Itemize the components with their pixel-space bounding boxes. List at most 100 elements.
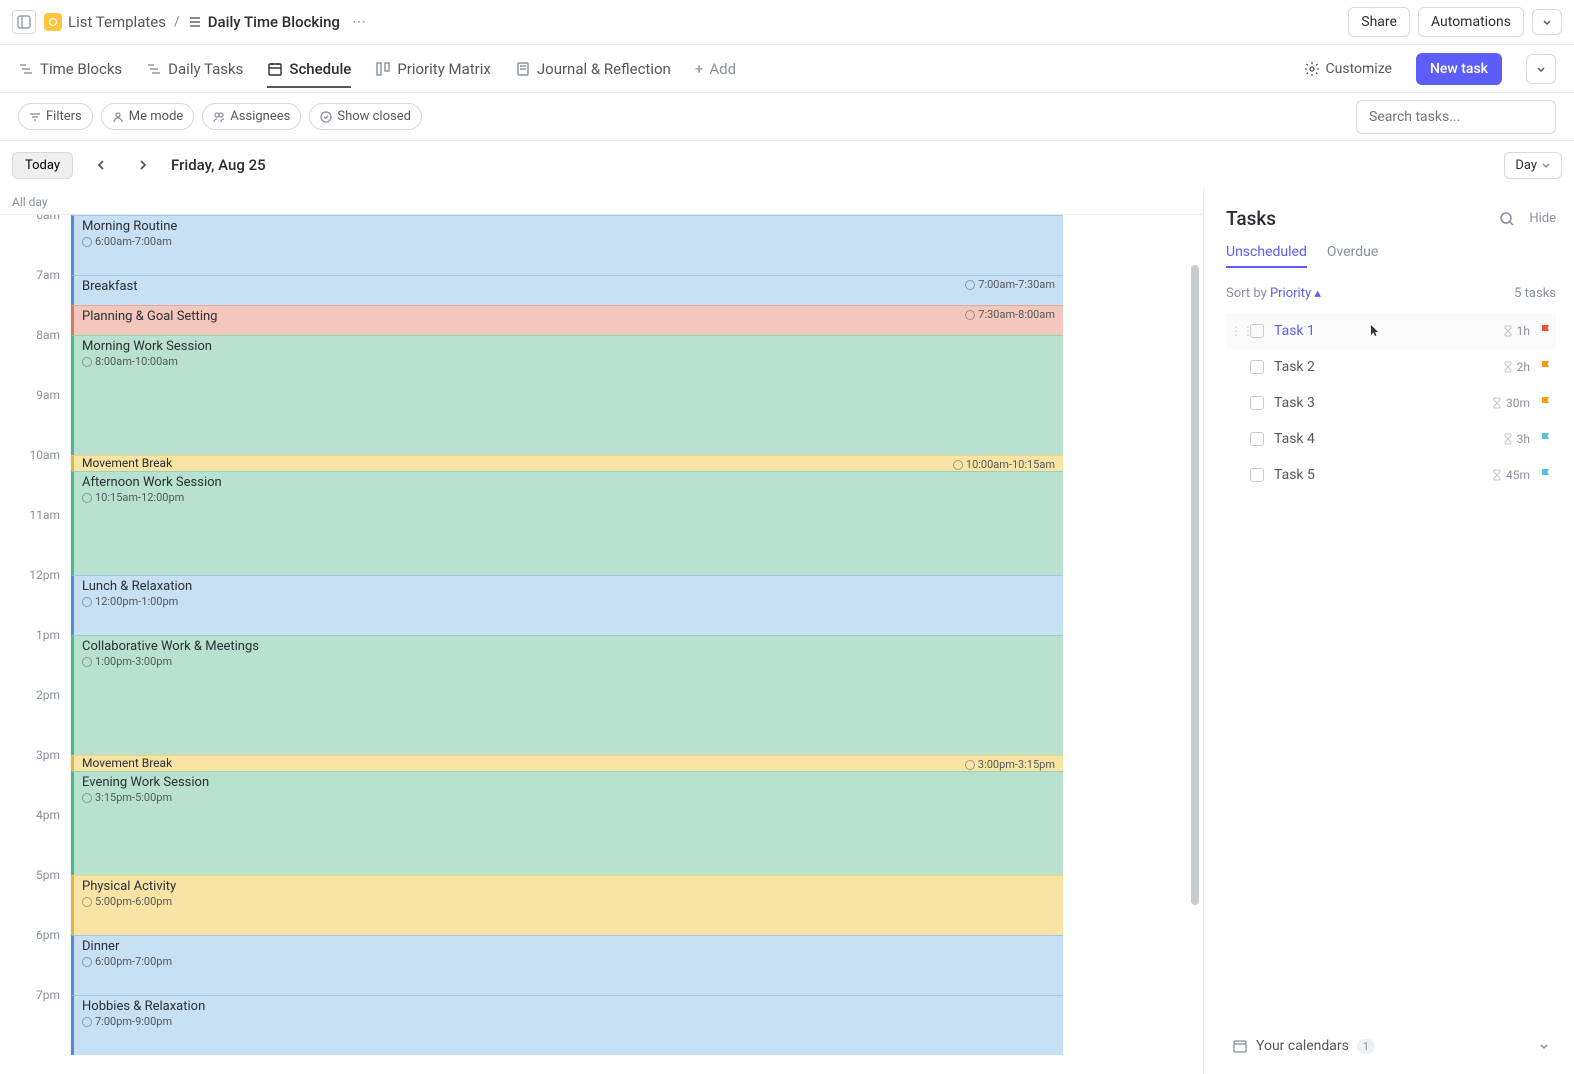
breadcrumb-separator: / <box>174 14 180 30</box>
tab-priority-matrix[interactable]: Priority Matrix <box>375 50 491 88</box>
tab-journal[interactable]: Journal & Reflection <box>515 50 671 88</box>
tab-label: Time Blocks <box>40 60 122 78</box>
search-icon[interactable] <box>1499 211 1515 227</box>
more-menu-button[interactable]: ⋯ <box>348 10 370 34</box>
event-title: Dinner <box>82 939 1055 954</box>
task-item[interactable]: ⋮⋮Task 43h <box>1226 421 1556 457</box>
task-name: Task 2 <box>1274 359 1493 375</box>
tab-time-blocks[interactable]: Time Blocks <box>18 50 122 88</box>
breadcrumb-parent-label: List Templates <box>68 13 166 31</box>
hourglass-icon <box>1503 361 1513 373</box>
task-item[interactable]: ⋮⋮Task 11h <box>1226 313 1556 349</box>
chevron-left-icon <box>95 159 107 171</box>
tab-overdue[interactable]: Overdue <box>1327 244 1378 268</box>
task-item[interactable]: ⋮⋮Task 545m <box>1226 457 1556 493</box>
time-label: 7am <box>36 268 60 282</box>
hourglass-icon <box>1503 325 1513 337</box>
event-title: Morning Routine <box>82 219 1055 234</box>
your-calendars-toggle[interactable]: Your calendars 1 <box>1226 1024 1556 1074</box>
prev-day-button[interactable] <box>87 155 115 175</box>
breadcrumb-current[interactable]: Daily Time Blocking <box>188 13 340 31</box>
current-date: Friday, Aug 25 <box>171 156 266 174</box>
task-checkbox[interactable] <box>1250 432 1264 446</box>
tab-unscheduled[interactable]: Unscheduled <box>1226 244 1307 268</box>
task-checkbox[interactable] <box>1250 468 1264 482</box>
calendar-event[interactable]: Breakfast7:00am-7:30am <box>71 275 1063 305</box>
task-item[interactable]: ⋮⋮Task 330m <box>1226 385 1556 421</box>
sort-button[interactable]: Priority ▴ <box>1270 286 1321 301</box>
clock-icon <box>82 357 92 367</box>
breadcrumb-parent[interactable]: List Templates <box>44 13 166 31</box>
task-item[interactable]: ⋮⋮Task 22h <box>1226 349 1556 385</box>
calendar-event[interactable]: Physical Activity5:00pm-6:00pm <box>71 875 1063 935</box>
new-task-button[interactable]: New task <box>1416 53 1502 85</box>
assignees-label: Assignees <box>230 109 290 124</box>
share-button[interactable]: Share <box>1348 7 1410 37</box>
customize-button[interactable]: Customize <box>1304 61 1392 77</box>
sort-row: Sort by Priority ▴ 5 tasks <box>1226 286 1556 301</box>
add-label: Add <box>709 60 736 78</box>
time-label: 1pm <box>36 628 60 642</box>
me-mode-button[interactable]: Me mode <box>101 103 195 130</box>
calendar-event[interactable]: Lunch & Relaxation12:00pm-1:00pm <box>71 575 1063 635</box>
view-range-selector[interactable]: Day <box>1504 152 1562 179</box>
sidebar-toggle-button[interactable] <box>12 10 36 34</box>
add-view-button[interactable]: + Add <box>695 50 736 88</box>
tab-schedule[interactable]: Schedule <box>267 50 351 88</box>
clock-icon <box>965 310 975 320</box>
hide-button[interactable]: Hide <box>1529 211 1556 226</box>
chevron-down-icon <box>1538 1040 1550 1052</box>
calendar-event[interactable]: Movement Break3:00pm-3:15pm <box>71 755 1063 771</box>
new-task-dropdown[interactable] <box>1526 54 1556 84</box>
show-closed-label: Show closed <box>337 109 411 124</box>
automations-button[interactable]: Automations <box>1418 7 1524 37</box>
allday-row: All day <box>0 189 1203 215</box>
show-closed-button[interactable]: Show closed <box>309 103 422 130</box>
next-day-button[interactable] <box>129 155 157 175</box>
task-duration: 30m <box>1492 396 1530 410</box>
task-tabs: Unscheduled Overdue <box>1226 244 1556 268</box>
calendar-event[interactable]: Hobbies & Relaxation7:00pm-9:00pm <box>71 995 1063 1055</box>
calendar-event[interactable]: Morning Work Session8:00am-10:00am <box>71 335 1063 455</box>
automations-dropdown[interactable] <box>1532 9 1562 35</box>
calendar-event[interactable]: Evening Work Session3:15pm-5:00pm <box>71 771 1063 875</box>
scrollbar-thumb[interactable] <box>1191 265 1199 905</box>
task-checkbox[interactable] <box>1250 396 1264 410</box>
search-input[interactable] <box>1356 100 1556 134</box>
task-count: 5 tasks <box>1514 286 1556 301</box>
tab-label: Daily Tasks <box>168 60 243 78</box>
calendar-event[interactable]: Movement Break10:00am-10:15am <box>71 455 1063 471</box>
task-checkbox[interactable] <box>1250 360 1264 374</box>
task-checkbox[interactable] <box>1250 324 1264 338</box>
event-title: Morning Work Session <box>82 339 1055 354</box>
calendar-event[interactable]: Collaborative Work & Meetings1:00pm-3:00… <box>71 635 1063 755</box>
time-label: 4pm <box>36 808 60 822</box>
calendar-event[interactable]: Afternoon Work Session10:15am-12:00pm <box>71 471 1063 575</box>
date-nav: Today Friday, Aug 25 Day <box>0 141 1574 189</box>
calendar-event[interactable]: Morning Routine6:00am-7:00am <box>71 215 1063 275</box>
time-label: 5pm <box>36 868 60 882</box>
event-title: Planning & Goal Setting <box>82 309 1055 324</box>
filters-button[interactable]: Filters <box>18 103 93 130</box>
event-time: 1:00pm-3:00pm <box>82 655 1055 668</box>
calendar-event[interactable]: Planning & Goal Setting7:30am-8:00am <box>71 305 1063 335</box>
drag-handle-icon[interactable]: ⋮⋮ <box>1230 324 1240 338</box>
time-label: 6am <box>36 215 60 222</box>
task-duration: 3h <box>1503 432 1530 446</box>
flag-icon <box>1540 396 1552 410</box>
clock-icon <box>82 1017 92 1027</box>
today-button[interactable]: Today <box>12 152 73 179</box>
timeline[interactable]: 6am7am8am9am10am11am12pm1pm2pm3pm4pm5pm6… <box>0 215 1203 1074</box>
task-name: Task 4 <box>1274 431 1493 447</box>
person-icon <box>112 111 124 123</box>
flag-icon <box>1540 360 1552 374</box>
event-time: 8:00am-10:00am <box>82 355 1055 368</box>
tab-daily-tasks[interactable]: Daily Tasks <box>146 50 243 88</box>
event-time: 10:15am-12:00pm <box>82 491 1055 504</box>
assignees-button[interactable]: Assignees <box>202 103 301 130</box>
task-name: Task 5 <box>1274 467 1482 483</box>
folder-icon <box>44 13 62 31</box>
calendar-event[interactable]: Dinner6:00pm-7:00pm <box>71 935 1063 995</box>
event-title: Evening Work Session <box>82 775 1055 790</box>
event-title: Afternoon Work Session <box>82 475 1055 490</box>
